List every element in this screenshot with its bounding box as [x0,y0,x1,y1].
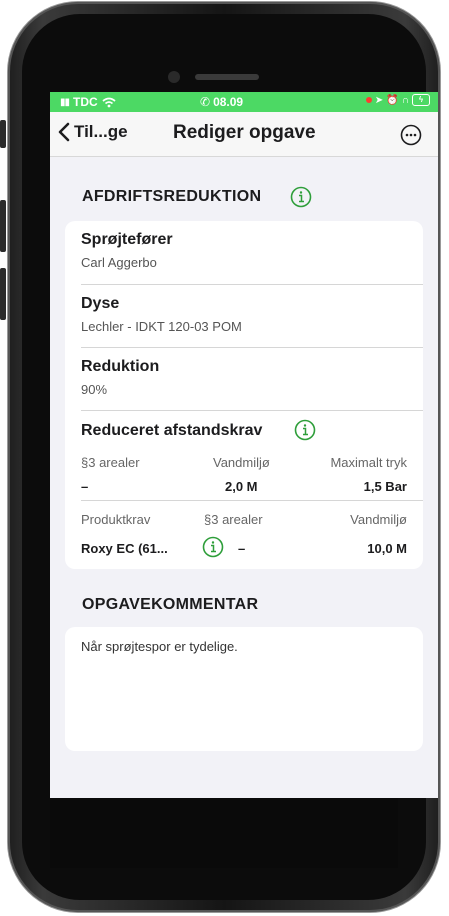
sprojtefoerer-label: Sprøjtefører [81,231,173,248]
divider [81,347,423,348]
volume-down-button [0,268,6,320]
row1-header-tryk: Maximalt tryk [330,455,407,470]
reduktion-field[interactable]: Reduktion 90% [81,358,423,397]
row2-header-produktkrav: Produktkrav [81,512,151,527]
row2-value-produkt: Roxy EC (61... [81,541,168,556]
app-screen: ▮▮ TDC ✆ 08.09 ➤ ⏰ ∩ ϟ Til...ge Rediger … [50,92,438,798]
chevron-left-icon [58,122,70,142]
dyse-value: Lechler - IDKT 120-03 POM [81,319,242,334]
afdrift-section-title: AFDRIFTSREDUKTION [82,188,262,205]
row2-header-vandmiljo: Vandmiljø [350,512,407,527]
wifi-icon [102,97,116,107]
battery-charging-icon: ϟ [412,94,430,106]
status-icons-right: ➤ ⏰ ∩ ϟ [365,94,430,106]
divider [81,410,423,411]
reduktion-value: 90% [81,382,108,397]
divider [81,500,423,501]
info-circle-icon [294,419,316,441]
row2-value-paragraf3: – [238,541,246,556]
row1-value-paragraf3: – [81,479,89,494]
afstandskrav-heading: Reduceret afstandskrav [81,422,423,440]
carrier-group: ▮▮ TDC [60,95,116,109]
recording-dot-icon [365,97,372,103]
afdrift-card: Sprøjtefører Carl Aggerbo Dyse Lechler -… [65,221,423,569]
back-button-label: Til...ge [74,122,128,141]
mute-switch [0,120,6,148]
kommentar-section-title: OPGAVEKOMMENTAR [82,596,259,613]
row2-value-vandmiljo: 10,0 M [367,541,407,556]
kommentar-text: Når sprøjtespor er tydelige. [81,639,238,654]
row1-value-vandmiljo: 2,0 M [225,479,258,494]
row1-value-tryk: 1,5 Bar [363,479,407,494]
row2-header-paragraf3: §3 arealer [204,512,263,527]
navigation-bar: Til...ge Rediger opgave [50,112,438,157]
ellipsis-circle-icon [400,124,422,146]
front-camera [168,71,180,83]
status-time: 08.09 [213,95,244,109]
back-button[interactable]: Til...ge [58,122,128,142]
carrier-label: TDC [73,95,98,109]
afstandskrav-label: Reduceret afstandskrav [81,422,263,439]
sprojtefoerer-value: Carl Aggerbo [81,255,157,270]
info-circle-icon [290,186,312,208]
call-time-group: ✆ 08.09 [200,95,243,109]
dyse-label: Dyse [81,295,120,312]
more-button[interactable] [400,124,422,151]
reduktion-label: Reduktion [81,358,160,375]
location-arrow-icon: ➤ [374,94,384,106]
headphones-icon: ∩ [401,94,409,106]
dyse-field[interactable]: Dyse Lechler - IDKT 120-03 POM [81,295,423,334]
afdrift-info-button[interactable] [290,186,312,213]
info-circle-icon [202,536,224,558]
status-bar: ▮▮ TDC ✆ 08.09 ➤ ⏰ ∩ ϟ [50,92,438,112]
phone-chin [50,798,398,868]
phone-icon: ✆ [200,95,211,109]
volume-up-button [0,200,6,252]
produkt-info-button[interactable] [202,536,224,563]
signal-icon: ▮▮ [60,96,70,108]
kommentar-card[interactable]: Når sprøjtespor er tydelige. [65,627,423,751]
sprojtefoerer-field[interactable]: Sprøjtefører Carl Aggerbo [81,231,423,270]
earpiece-speaker [195,74,259,80]
afstandskrav-info-button[interactable] [294,419,316,446]
divider [81,284,423,285]
row1-header-vandmiljo: Vandmiljø [213,455,270,470]
alarm-icon: ⏰ [386,94,399,106]
row1-header-paragraf3: §3 arealer [81,455,140,470]
page-title: Rediger opgave [173,122,316,143]
